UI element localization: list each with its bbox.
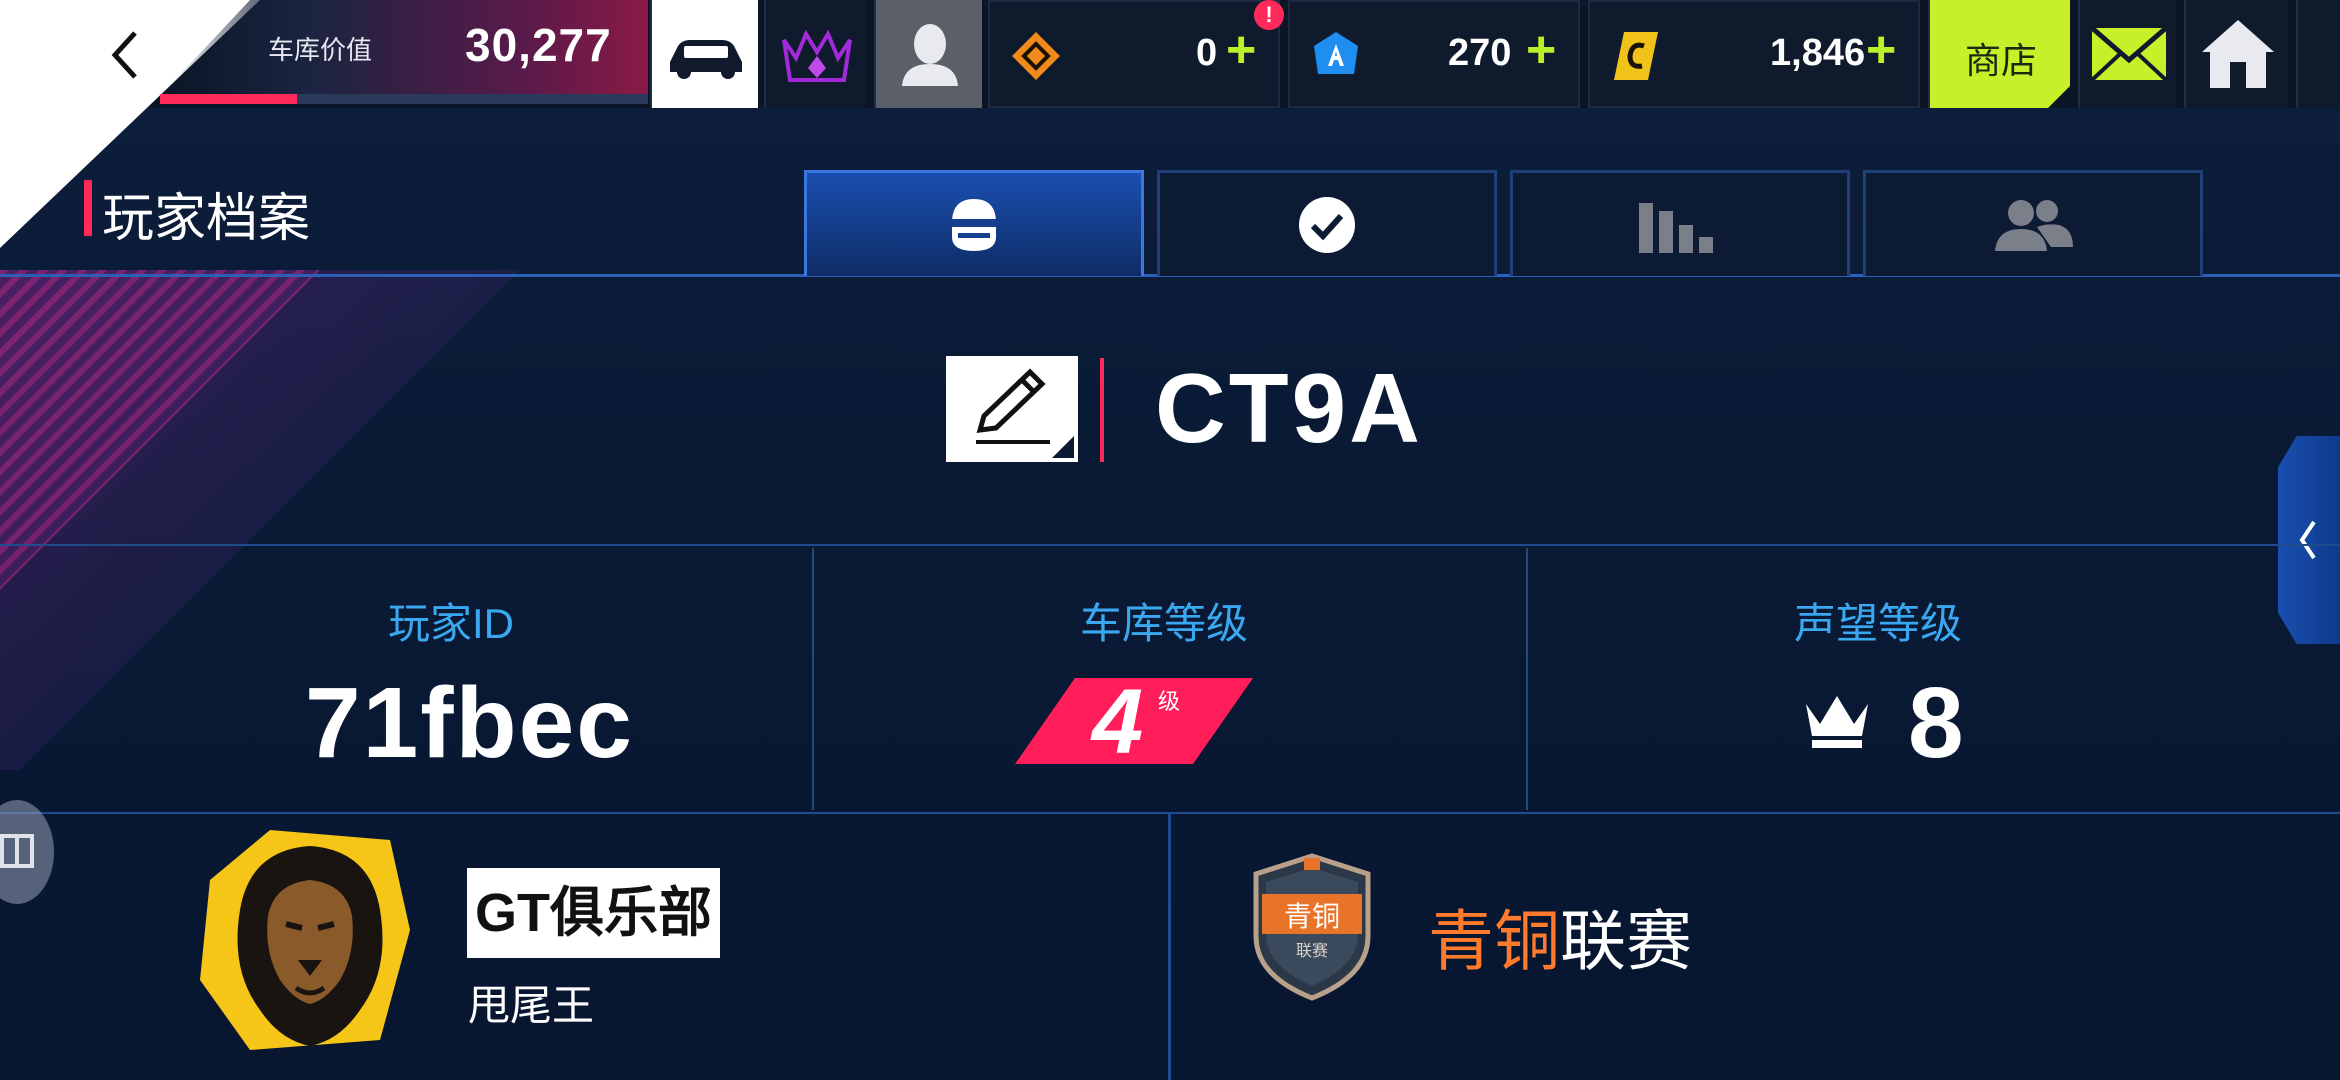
bronze-shield-icon: 青铜 联赛: [1253, 853, 1371, 1001]
shop-corner: [2048, 86, 2070, 108]
currency-credit[interactable]: 1,846 +: [1588, 0, 1920, 108]
stats-divider: [812, 548, 814, 810]
page-title: 玩家档案: [102, 190, 311, 248]
mail-button[interactable]: [2078, 0, 2176, 108]
tab-profile[interactable]: [804, 170, 1144, 276]
more-button[interactable]: [2296, 0, 2340, 108]
player-name: CT9A: [1155, 353, 1423, 463]
garage-value-number: 30,277: [465, 19, 612, 71]
tab-achievements[interactable]: [1157, 170, 1497, 276]
credit-add-button[interactable]: +: [1866, 24, 1896, 76]
garage-level-value: 4: [1092, 671, 1144, 773]
currency-token[interactable]: 0 +: [988, 0, 1280, 108]
reputation-label: 声望等级: [1794, 600, 1963, 647]
helmet-icon: [952, 198, 996, 251]
league-tier: 青铜: [1428, 904, 1560, 978]
league-badge-sub: 联赛: [1296, 941, 1328, 960]
token-add-button[interactable]: +: [1226, 24, 1256, 76]
gift-icon: [0, 834, 34, 868]
club-name: GT俱乐部: [475, 883, 712, 943]
pencil-icon: [976, 368, 1050, 444]
club-emblem[interactable]: [190, 820, 420, 1060]
league-badge-text: 青铜: [1284, 900, 1340, 933]
avatar-icon: [902, 24, 958, 86]
credit-amount: 1,846: [1770, 32, 1866, 74]
home-button[interactable]: [2184, 0, 2288, 108]
crown-rank-icon: [782, 29, 852, 82]
gem-add-button[interactable]: +: [1526, 24, 1556, 76]
checkmark-icon: [1299, 196, 1355, 253]
bottom-divider: [1168, 814, 1171, 1080]
title-accent: [84, 180, 92, 236]
friends-icon: [1995, 199, 2073, 251]
credit-icon: [1614, 32, 1658, 80]
garage-car-button[interactable]: [650, 0, 758, 108]
car-icon: [670, 40, 742, 79]
side-panel-handle[interactable]: [2278, 436, 2340, 644]
club-member-title: 甩尾王: [468, 982, 595, 1029]
garage-level-label: 车库等级: [1080, 600, 1249, 647]
tab-friends[interactable]: [1863, 170, 2203, 276]
player-id-label: 玩家ID: [388, 600, 515, 647]
chevron-left-icon: [111, 31, 137, 79]
token-icon: [1012, 32, 1060, 80]
garage-level-unit: 级: [1158, 689, 1181, 714]
shop-label: 商店: [1964, 40, 2037, 81]
gem-amount: 270: [1448, 32, 1512, 74]
reputation-value: 8: [1908, 667, 1964, 779]
lion-logo-icon: [200, 830, 410, 1050]
rank-button[interactable]: [764, 0, 866, 108]
floating-side-button[interactable]: [0, 800, 54, 904]
league-badge[interactable]: 青铜 联赛: [1250, 852, 1374, 1002]
avatar-button[interactable]: [874, 0, 982, 108]
home-icon: [2202, 20, 2274, 88]
stats-divider: [1526, 548, 1528, 810]
token-amount: 0: [1196, 32, 1218, 74]
alert-badge: !: [1254, 0, 1284, 30]
gem-icon: [1314, 32, 1358, 74]
garage-progress-fill: [160, 94, 297, 104]
mail-icon: [2090, 26, 2168, 82]
league-suffix: 联赛: [1560, 904, 1692, 978]
back-button[interactable]: [95, 20, 155, 90]
crown-icon: [1806, 696, 1868, 748]
shop-button[interactable]: 商店: [1928, 0, 2070, 108]
name-divider: [1100, 358, 1104, 462]
player-id-value: 71fbec: [305, 667, 634, 779]
stats-top-border: [0, 544, 2340, 546]
edit-name-button[interactable]: [946, 356, 1078, 462]
tab-stats[interactable]: [1510, 170, 1850, 276]
garage-value-label: 车库价值: [268, 35, 373, 65]
bar-chart-icon: [1639, 202, 1713, 253]
chevron-left-icon: [2299, 520, 2316, 560]
league-name: 青铜联赛: [1428, 888, 1692, 984]
club-name-tag[interactable]: GT俱乐部: [467, 868, 720, 958]
currency-gem[interactable]: 270 +: [1288, 0, 1580, 108]
